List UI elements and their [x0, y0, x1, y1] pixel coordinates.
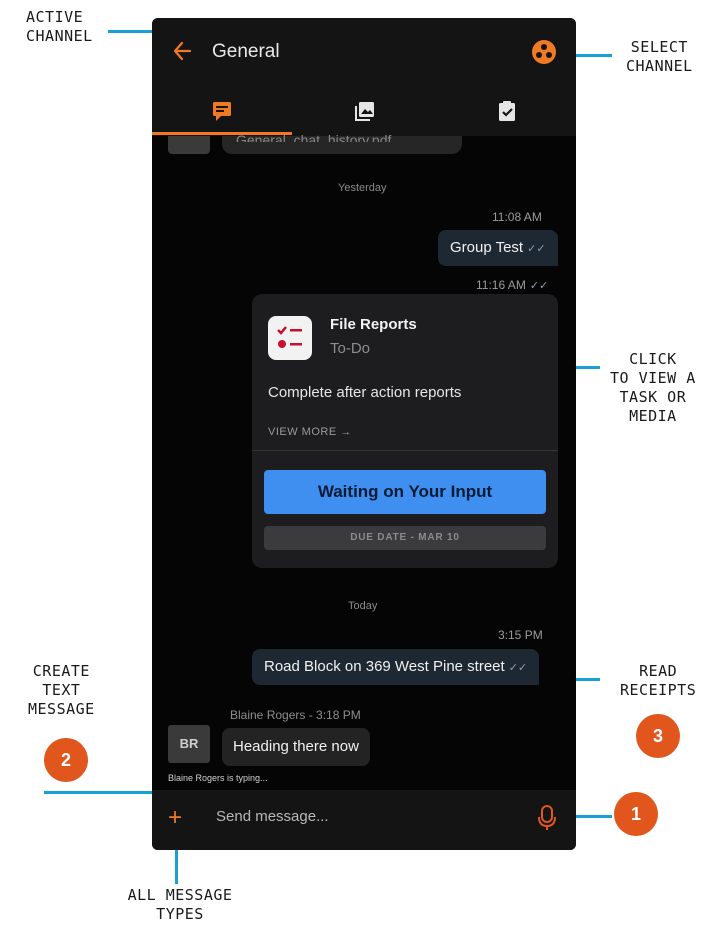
select-channel-annotation: SELECT CHANNEL	[626, 38, 693, 76]
task-list-icon-graphic	[277, 326, 302, 348]
tab-tasks-icon[interactable]	[496, 100, 518, 122]
channel-title: General	[212, 41, 280, 62]
read-receipt-icon: ✓✓	[529, 280, 549, 292]
active-channel-annotation-line1: ACTIVE	[26, 8, 84, 26]
date-separator-yesterday: Yesterday	[338, 182, 387, 194]
task-type: To-Do	[330, 340, 371, 357]
task-card[interactable]: File Reports To-Do Complete after action…	[252, 294, 558, 568]
message-bubble-road-block[interactable]: Road Block on 369 West Pine street ✓✓	[252, 649, 540, 685]
avatar[interactable]: BR	[168, 725, 210, 763]
task-divider	[252, 450, 558, 451]
message-composer: + Send message...	[152, 790, 576, 850]
due-date-badge: DUE DATE - MAR 10	[264, 526, 546, 550]
select-channel-annotation-line2: CHANNEL	[626, 57, 693, 75]
task-description: Complete after action reports	[268, 384, 462, 401]
tab-messages-icon[interactable]	[212, 100, 234, 122]
click-view-annotation-line2: TO VIEW A	[610, 369, 696, 387]
sender-name: Blaine Rogers - 3:18 PM	[230, 708, 361, 722]
read-receipts-annotation: READ RECEIPTS	[620, 662, 696, 700]
all-types-annotation-line1: ALL MESSAGE	[127, 886, 233, 904]
click-view-annotation-line3: TASK OR	[619, 388, 687, 406]
message-time-text: 11:16 AM	[476, 278, 526, 292]
message-bubble-group-test[interactable]: Group Test ✓✓	[438, 230, 558, 266]
read-receipt-icon: ✓✓	[527, 243, 546, 255]
message-text: Road Block on 369 West Pine street	[264, 658, 505, 675]
read-receipts-annotation-line2: RECEIPTS	[620, 681, 697, 699]
active-channel-annotation: ACTIVE CHANNEL	[26, 8, 93, 46]
mic-pointer	[576, 815, 612, 818]
chat-header: General	[152, 18, 576, 136]
microphone-icon[interactable]	[536, 804, 558, 832]
task-list-icon	[268, 316, 312, 360]
read-receipt-icon: ✓✓	[508, 662, 528, 674]
all-types-annotation-line2: TYPES	[156, 905, 204, 923]
message-time: 3:15 PM	[498, 628, 543, 642]
chat-screen: General General_chat_history.pdf Yesterd…	[152, 18, 576, 850]
create-text-annotation: CREATE TEXT MESSAGE	[28, 662, 95, 719]
message-text: Group Test	[450, 239, 524, 256]
peek-avatar	[168, 136, 210, 154]
tab-media-icon[interactable]	[354, 100, 376, 122]
typing-indicator: Blaine Rogers is typing...	[168, 773, 268, 783]
all-types-annotation: ALL MESSAGE TYPES	[118, 886, 242, 924]
create-text-annotation-line1: CREATE	[32, 662, 90, 680]
badge-1: 1	[614, 792, 658, 836]
click-view-annotation: CLICK TO VIEW A TASK OR MEDIA	[610, 350, 696, 426]
task-title: File Reports	[330, 316, 417, 333]
select-channel-annotation-line1: SELECT	[630, 38, 688, 56]
badge-2: 2	[44, 738, 88, 782]
create-text-annotation-line2: TEXT	[42, 681, 81, 699]
click-view-annotation-line4: MEDIA	[629, 407, 677, 425]
add-message-type-button[interactable]: +	[168, 806, 182, 830]
active-channel-annotation-line2: CHANNEL	[26, 27, 93, 45]
waiting-input-button[interactable]: Waiting on Your Input	[264, 470, 546, 514]
read-receipts-annotation-line1: READ	[639, 662, 678, 680]
view-more-link[interactable]: VIEW MORE →	[268, 426, 352, 438]
message-time: 11:16 AM ✓✓	[476, 278, 548, 292]
click-view-annotation-line1: CLICK	[629, 350, 677, 368]
back-arrow-icon[interactable]	[172, 40, 192, 62]
create-text-annotation-line3: MESSAGE	[28, 700, 95, 718]
message-bubble-heading[interactable]: Heading there now	[222, 728, 370, 766]
message-time: 11:08 AM	[492, 210, 542, 224]
date-separator-today: Today	[348, 600, 378, 612]
badge-3: 3	[636, 714, 680, 758]
select-channel-icon[interactable]	[532, 40, 556, 64]
message-input[interactable]: Send message...	[216, 808, 329, 825]
